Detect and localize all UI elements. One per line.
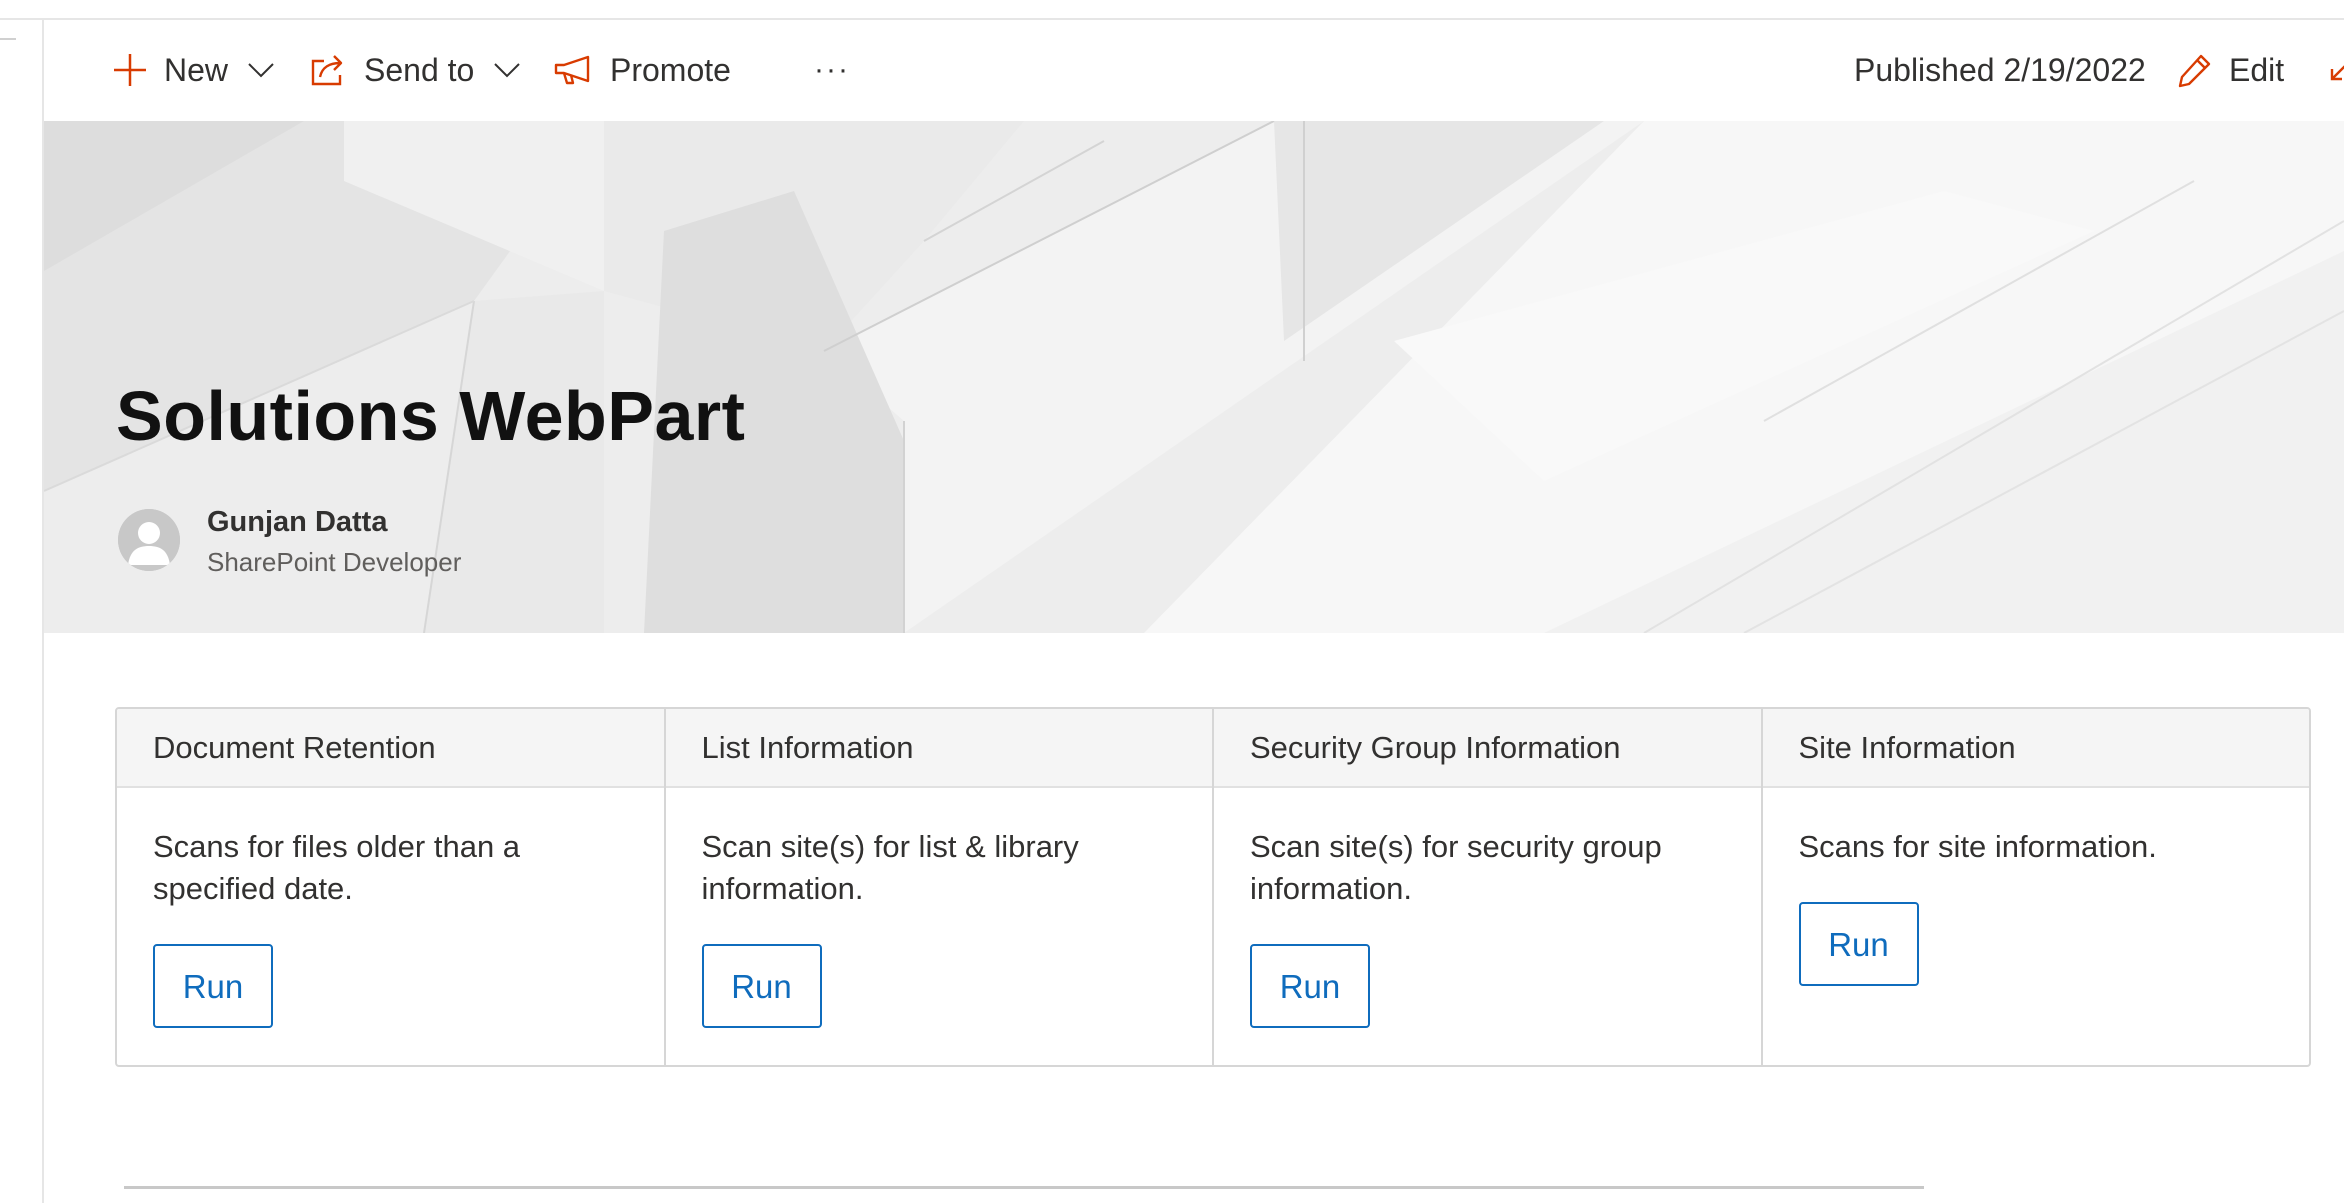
more-icon: ··· bbox=[814, 53, 850, 86]
person-icon bbox=[118, 509, 180, 571]
arrow-collapse-icon bbox=[2328, 55, 2344, 85]
card-site-information: Site Information Scans for site informat… bbox=[1762, 709, 2309, 1065]
run-button[interactable]: Run bbox=[1798, 902, 1919, 986]
published-label: Published 2/19/2022 bbox=[1854, 51, 2146, 88]
run-button[interactable]: Run bbox=[1250, 944, 1370, 1028]
card-security-group-information: Security Group Information Scan site(s) … bbox=[1214, 709, 1763, 1065]
more-options-button[interactable]: ··· bbox=[814, 20, 850, 120]
top-border bbox=[0, 0, 2344, 20]
edit-button[interactable]: Edit bbox=[2177, 20, 2284, 120]
card-description: Scans for files older than a specified d… bbox=[153, 829, 521, 906]
run-button[interactable]: Run bbox=[153, 944, 273, 1028]
new-button[interactable]: New bbox=[112, 20, 274, 120]
card-title: Site Information bbox=[1762, 709, 2309, 788]
hero-banner: Solutions WebPart Gunjan Datta SharePoin… bbox=[44, 121, 2344, 633]
rail-tick bbox=[0, 38, 16, 40]
send-to-label: Send to bbox=[364, 51, 475, 88]
run-button[interactable]: Run bbox=[701, 944, 822, 1028]
author-name[interactable]: Gunjan Datta bbox=[207, 506, 387, 539]
send-to-button[interactable]: Send to bbox=[310, 20, 521, 120]
card-description: Scans for site information. bbox=[1798, 829, 2157, 864]
card-description: Scan site(s) for list & library informat… bbox=[701, 829, 1079, 906]
section-divider bbox=[124, 1186, 1924, 1189]
megaphone-icon bbox=[554, 55, 594, 85]
card-title: List Information bbox=[665, 709, 1212, 788]
card-document-retention: Document Retention Scans for files older… bbox=[117, 709, 666, 1065]
card-title: Document Retention bbox=[117, 709, 664, 788]
share-icon bbox=[310, 53, 348, 87]
left-rail bbox=[0, 20, 44, 1203]
author-role: SharePoint Developer bbox=[207, 547, 462, 577]
chevron-down-icon bbox=[494, 62, 521, 78]
promote-label: Promote bbox=[610, 51, 731, 88]
published-status: Published 2/19/2022 bbox=[1854, 20, 2146, 120]
plus-icon bbox=[112, 52, 148, 88]
card-title: Security Group Information bbox=[1214, 709, 1761, 788]
new-label: New bbox=[164, 51, 229, 88]
chevron-down-icon bbox=[248, 62, 274, 78]
card-list-information: List Information Scan site(s) for list &… bbox=[665, 709, 1214, 1065]
edit-label: Edit bbox=[2229, 51, 2285, 88]
card-description: Scan site(s) for security group informat… bbox=[1250, 829, 1662, 906]
avatar[interactable] bbox=[118, 509, 180, 571]
solutions-webpart: Document Retention Scans for files older… bbox=[115, 707, 2311, 1067]
collapse-button[interactable] bbox=[2328, 20, 2344, 120]
command-bar: New Send to Promote ··· Published 2/19/2… bbox=[44, 20, 2344, 120]
promote-button[interactable]: Promote bbox=[554, 20, 731, 120]
pencil-icon bbox=[2177, 52, 2213, 88]
page-title: Solutions WebPart bbox=[116, 377, 746, 455]
